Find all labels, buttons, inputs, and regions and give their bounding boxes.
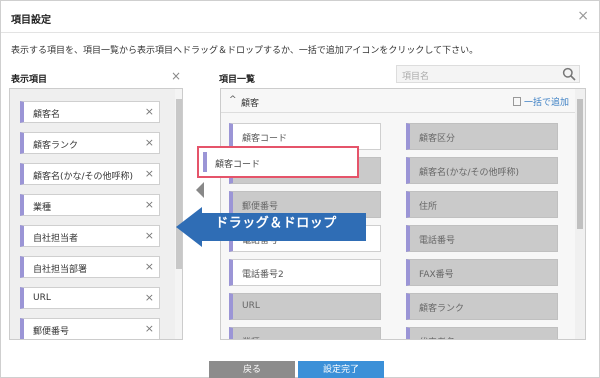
remove-icon[interactable]: × [145,198,154,211]
field-item-label: 電話番号2 [242,270,284,280]
dragged-item-body: 顧客コード [203,152,353,172]
display-item-label: 自社担当者 [33,234,79,244]
display-item-label: URL [33,293,51,303]
remove-icon[interactable]: × [145,260,154,273]
item-list-scrollbar[interactable] [575,89,585,339]
remove-icon[interactable]: × [145,167,154,180]
bulk-add-link[interactable]: 一括で追加 [512,95,569,108]
field-item[interactable]: 住所 [406,191,558,218]
display-item[interactable]: 業種 × [20,194,160,216]
field-item-label: URL [242,301,260,311]
drag-drop-callout: ドラッグ＆ドロップ [215,216,337,231]
scrollbar-thumb[interactable] [577,99,583,229]
search-placeholder: 項目名 [402,72,430,82]
field-item[interactable]: FAX番号 [406,259,558,286]
dialog-title: 項目設定 [11,15,51,26]
field-item-label: 顧客名(かな/その他呼称) [419,168,520,178]
display-item-label: 顧客名(かな/その他呼称) [33,172,134,182]
dragged-item-label: 顧客コード [215,160,261,170]
done-button[interactable]: 設定完了 [298,361,384,378]
add-doc-icon [512,97,521,106]
display-item[interactable]: 郵便番号 × [20,318,160,339]
field-item-label: FAX番号 [419,270,454,280]
display-item-label: 郵便番号 [33,327,70,337]
remove-icon[interactable]: × [145,322,154,335]
clear-all-icon[interactable]: × [171,69,181,83]
instruction-text: 表示する項目を、項目一覧から表示項目へドラッグ＆ドロップするか、一括で追加アイコ… [11,46,479,56]
display-item[interactable]: 顧客名(かな/その他呼称) × [20,163,160,185]
display-item[interactable]: 自社担当者 × [20,225,160,247]
item-search-input[interactable]: 項目名 [396,65,580,83]
remove-icon[interactable]: × [145,136,154,149]
field-item-label: 電話番号 [419,236,456,246]
display-item-label: 自社担当部署 [33,265,88,275]
remove-icon[interactable]: × [145,291,154,304]
item-list-title: 項目一覧 [219,75,256,85]
display-item-label: 顧客ランク [33,141,79,151]
collapse-caret-icon[interactable]: ^ [229,95,237,105]
field-item[interactable]: 代表者名 [406,327,558,339]
display-item[interactable]: URL × [20,287,160,309]
display-item-label: 顧客名 [33,110,61,120]
close-icon[interactable]: × [577,8,589,24]
display-item[interactable]: 自社担当部署 × [20,256,160,278]
field-item-label: 業種 [242,335,260,339]
field-item[interactable]: 電話番号2 [229,259,381,286]
display-items-panel: 顧客名 × 顧客ランク × 顧客名(かな/その他呼称) × 業種 × 自社担当者 × 自社担当部署 ×… [9,88,183,340]
bulk-add-label: 一括で追加 [523,98,569,108]
field-item[interactable]: 顧客名(かな/その他呼称) [406,157,558,184]
dialog-header: 項目設定 × [1,1,599,33]
field-item-label: 住所 [419,202,438,212]
drop-indicator-arrow [196,182,204,198]
display-item[interactable]: 顧客ランク × [20,132,160,154]
display-item[interactable]: 顧客名 × [20,101,160,123]
back-button[interactable]: 戻る [209,361,295,378]
field-item[interactable]: 顧客区分 [406,123,558,150]
field-item-label: 顧客ランク [419,304,465,314]
field-item[interactable]: 電話番号 [406,225,558,252]
field-item-label: 顧客コード [242,134,288,144]
item-settings-dialog: 項目設定 × 表示する項目を、項目一覧から表示項目へドラッグ＆ドロップするか、一… [0,0,600,378]
search-icon[interactable] [562,67,576,81]
field-item[interactable]: URL [229,293,381,320]
field-item-label: 代表者名 [419,335,455,339]
display-items-list: 顧客名 × 顧客ランク × 顧客名(かな/その他呼称) × 業種 × 自社担当者 × 自社担当部署 ×… [20,101,170,339]
group-name: 顧客 [241,99,260,109]
display-item-label: 業種 [33,203,52,213]
display-items-title: 表示項目 [11,75,48,85]
field-item-label: 顧客区分 [419,134,456,144]
group-header-customer[interactable]: ^ 顧客 一括で追加 [221,89,575,113]
remove-icon[interactable]: × [145,105,154,118]
dragged-item[interactable]: 顧客コード [197,146,359,178]
field-item[interactable]: 顧客ランク [406,293,558,320]
field-item[interactable]: 業種 [229,327,381,339]
remove-icon[interactable]: × [145,229,154,242]
